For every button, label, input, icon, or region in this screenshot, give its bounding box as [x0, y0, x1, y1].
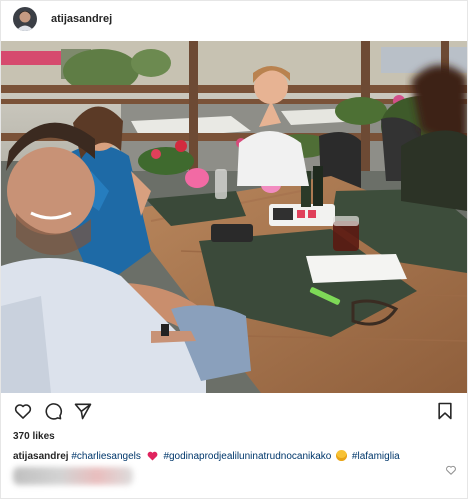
blurred-comment: [13, 467, 133, 485]
caption-username[interactable]: atijasandrej: [13, 451, 69, 462]
red-heart-emoji-icon: [147, 451, 158, 465]
instagram-post: atijasandrej 370 likes atijasandrej #cha…: [0, 0, 468, 499]
post-actions: [1, 399, 467, 425]
laughing-emoji-icon: [336, 450, 348, 461]
hashtag-lafamiglia[interactable]: #lafamiglia: [352, 451, 400, 462]
heart-icon[interactable]: [11, 399, 35, 423]
share-icon[interactable]: [71, 399, 95, 423]
comment-icon[interactable]: [41, 399, 65, 423]
avatar[interactable]: [13, 7, 37, 31]
hashtag-charliesangels[interactable]: #charliesangels: [71, 451, 141, 462]
likes-count[interactable]: 370 likes: [13, 431, 55, 442]
post-caption: atijasandrej #charliesangels #godinaprod…: [13, 450, 443, 465]
post-photo[interactable]: [1, 41, 467, 393]
caption-like-heart-icon[interactable]: [445, 463, 457, 475]
post-header: atijasandrej: [1, 1, 467, 37]
hashtag-godinaprodje[interactable]: #godinaprodjealiluninatrudnocanikako: [163, 451, 331, 462]
bookmark-icon[interactable]: [433, 399, 457, 423]
post-username[interactable]: atijasandrej: [51, 13, 112, 25]
